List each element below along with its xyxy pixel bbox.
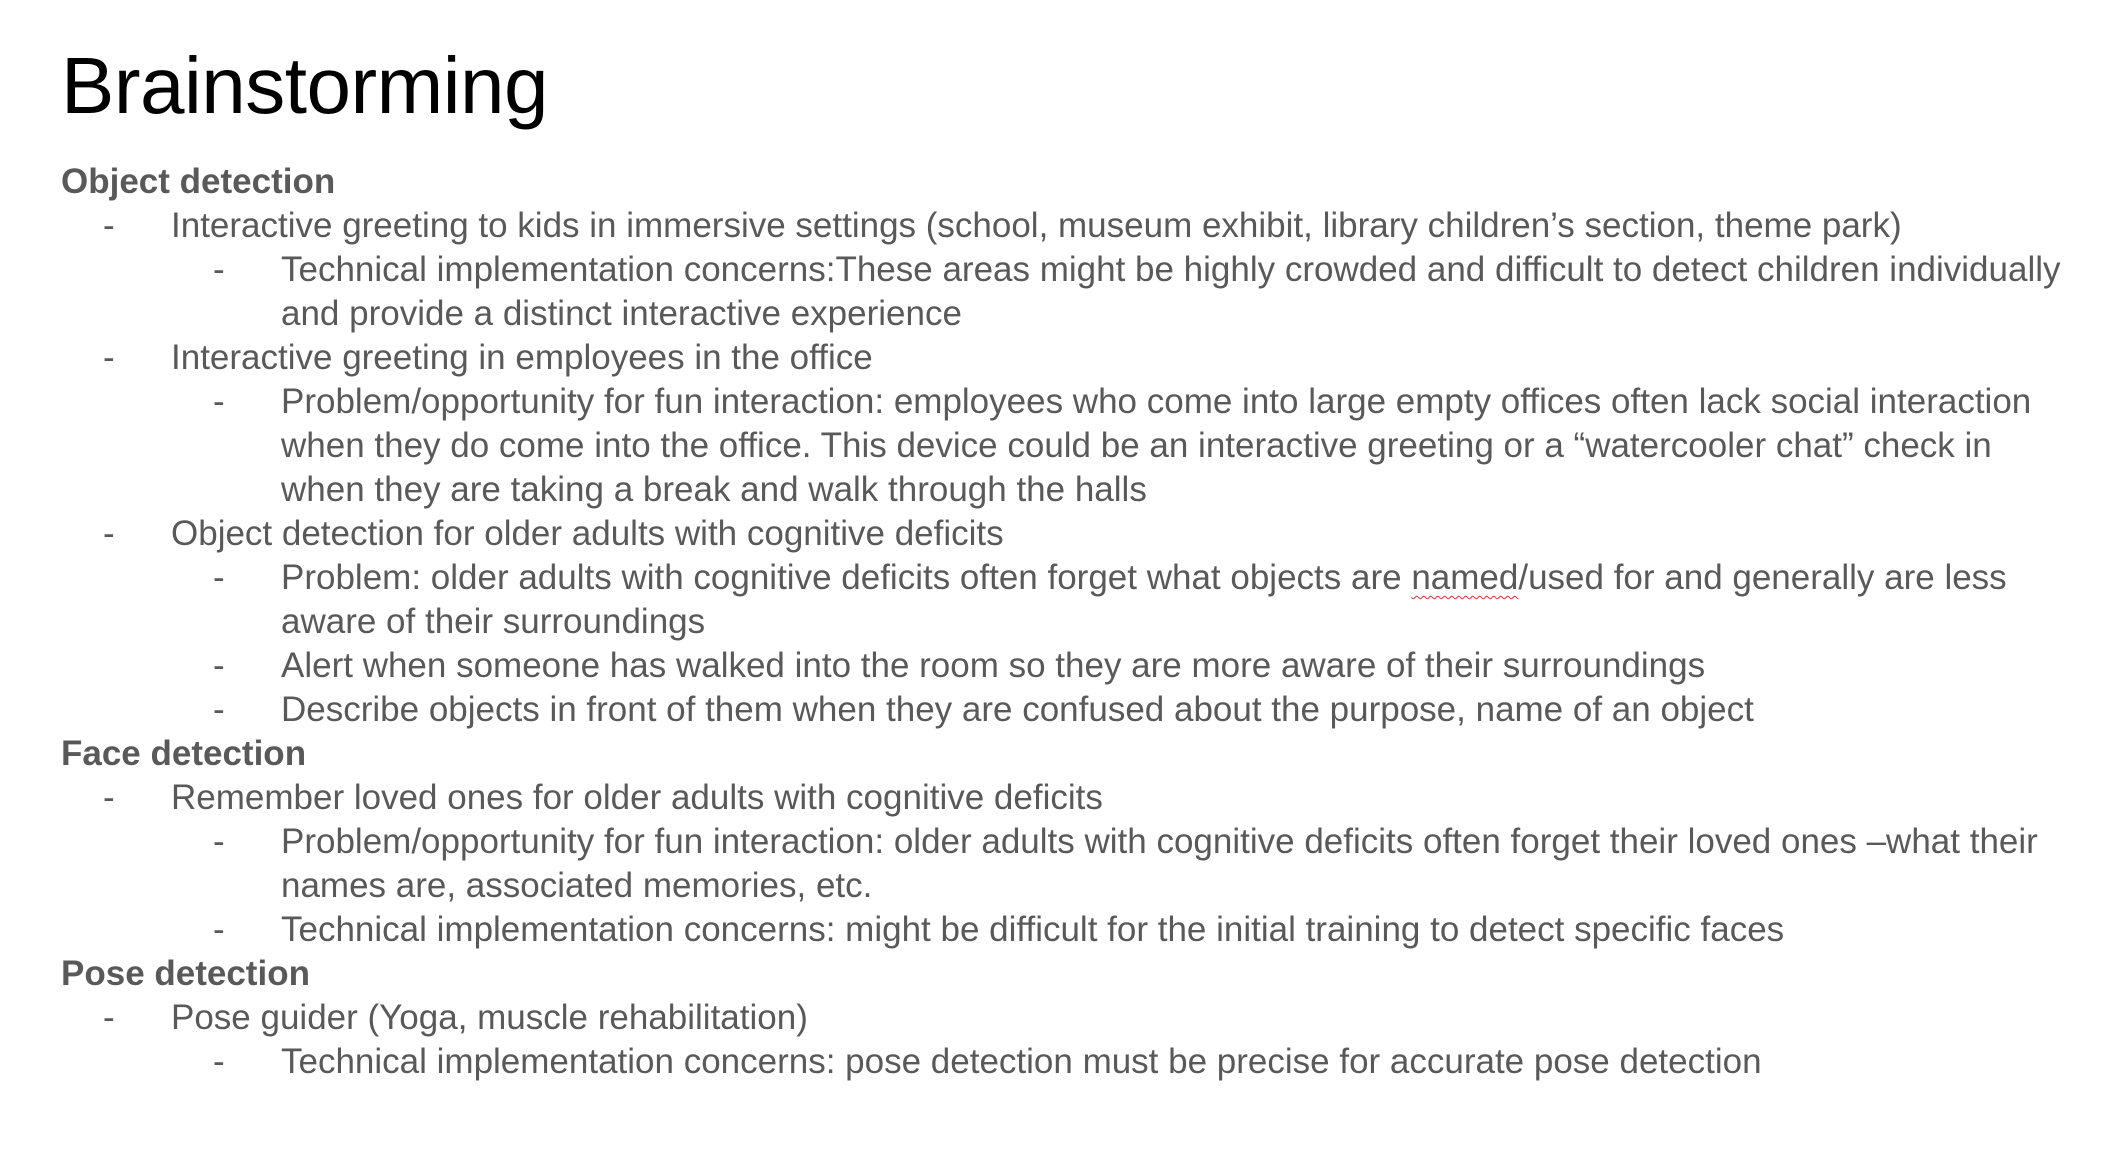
bullet-dash: - [103,338,115,377]
slide-body: Object detection - Interactive greeting … [61,160,2081,1084]
bullet-dash: - [103,206,115,245]
bullet-dash: - [103,778,115,817]
bullet-dash: - [213,646,225,685]
bullet-text: Remember loved ones for older adults wit… [171,778,1103,817]
bullet-text: Technical implementation concerns: might… [281,910,1785,949]
sub-bullet-item: - Problem/opportunity for fun interactio… [61,380,2081,512]
bullet-dash: - [213,822,225,861]
spellcheck-flagged-word[interactable]: named [1411,558,1518,597]
sub-bullet-item: - Technical implementation concerns: pos… [61,1040,2081,1084]
bullet-item: - Interactive greeting to kids in immers… [61,204,2081,248]
bullet-text: Alert when someone has walked into the r… [281,646,1706,685]
slide: Brainstorming Object detection - Interac… [0,0,2126,1170]
bullet-item: - Pose guider (Yoga, muscle rehabilitati… [61,996,2081,1040]
bullet-text: Describe objects in front of them when t… [281,690,1754,729]
section-heading-face-detection: Face detection [61,734,307,773]
bullet-text-start: Problem: older adults with cognitive def… [281,558,1412,597]
bullet-dash: - [103,514,115,553]
bullet-text: Pose guider (Yoga, muscle rehabilitation… [171,998,808,1037]
bullet-text: Problem/opportunity for fun interaction:… [281,822,2038,905]
slide-title: Brainstorming [61,41,549,130]
sub-bullet-item: - Alert when someone has walked into the… [61,644,2081,688]
bullet-text: Interactive greeting to kids in immersiv… [171,206,1902,245]
bullet-item: - Object detection for older adults with… [61,512,2081,556]
sub-bullet-item: - Technical implementation concerns: mig… [61,908,2081,952]
bullet-dash: - [213,690,225,729]
sub-bullet-item: - Problem: older adults with cognitive d… [61,556,2081,644]
bullet-dash: - [213,558,225,597]
section-heading-pose-detection: Pose detection [61,954,310,993]
bullet-item: - Interactive greeting in employees in t… [61,336,2081,380]
bullet-item: - Remember loved ones for older adults w… [61,776,2081,820]
section-heading-object-detection: Object detection [61,162,336,201]
bullet-text: Interactive greeting in employees in the… [171,338,873,377]
bullet-text: Problem/opportunity for fun interaction:… [281,382,2032,509]
bullet-dash: - [213,1042,225,1081]
sub-bullet-item: - Describe objects in front of them when… [61,688,2081,732]
bullet-dash: - [213,910,225,949]
bullet-text: Object detection for older adults with c… [171,514,1004,553]
bullet-text: Technical implementation concerns:These … [281,250,2061,333]
bullet-dash: - [103,998,115,1037]
bullet-text: Technical implementation concerns: pose … [281,1042,1762,1081]
bullet-dash: - [213,382,225,421]
sub-bullet-item: - Technical implementation concerns:Thes… [61,248,2081,336]
bullet-dash: - [213,250,225,289]
sub-bullet-item: - Problem/opportunity for fun interactio… [61,820,2081,908]
